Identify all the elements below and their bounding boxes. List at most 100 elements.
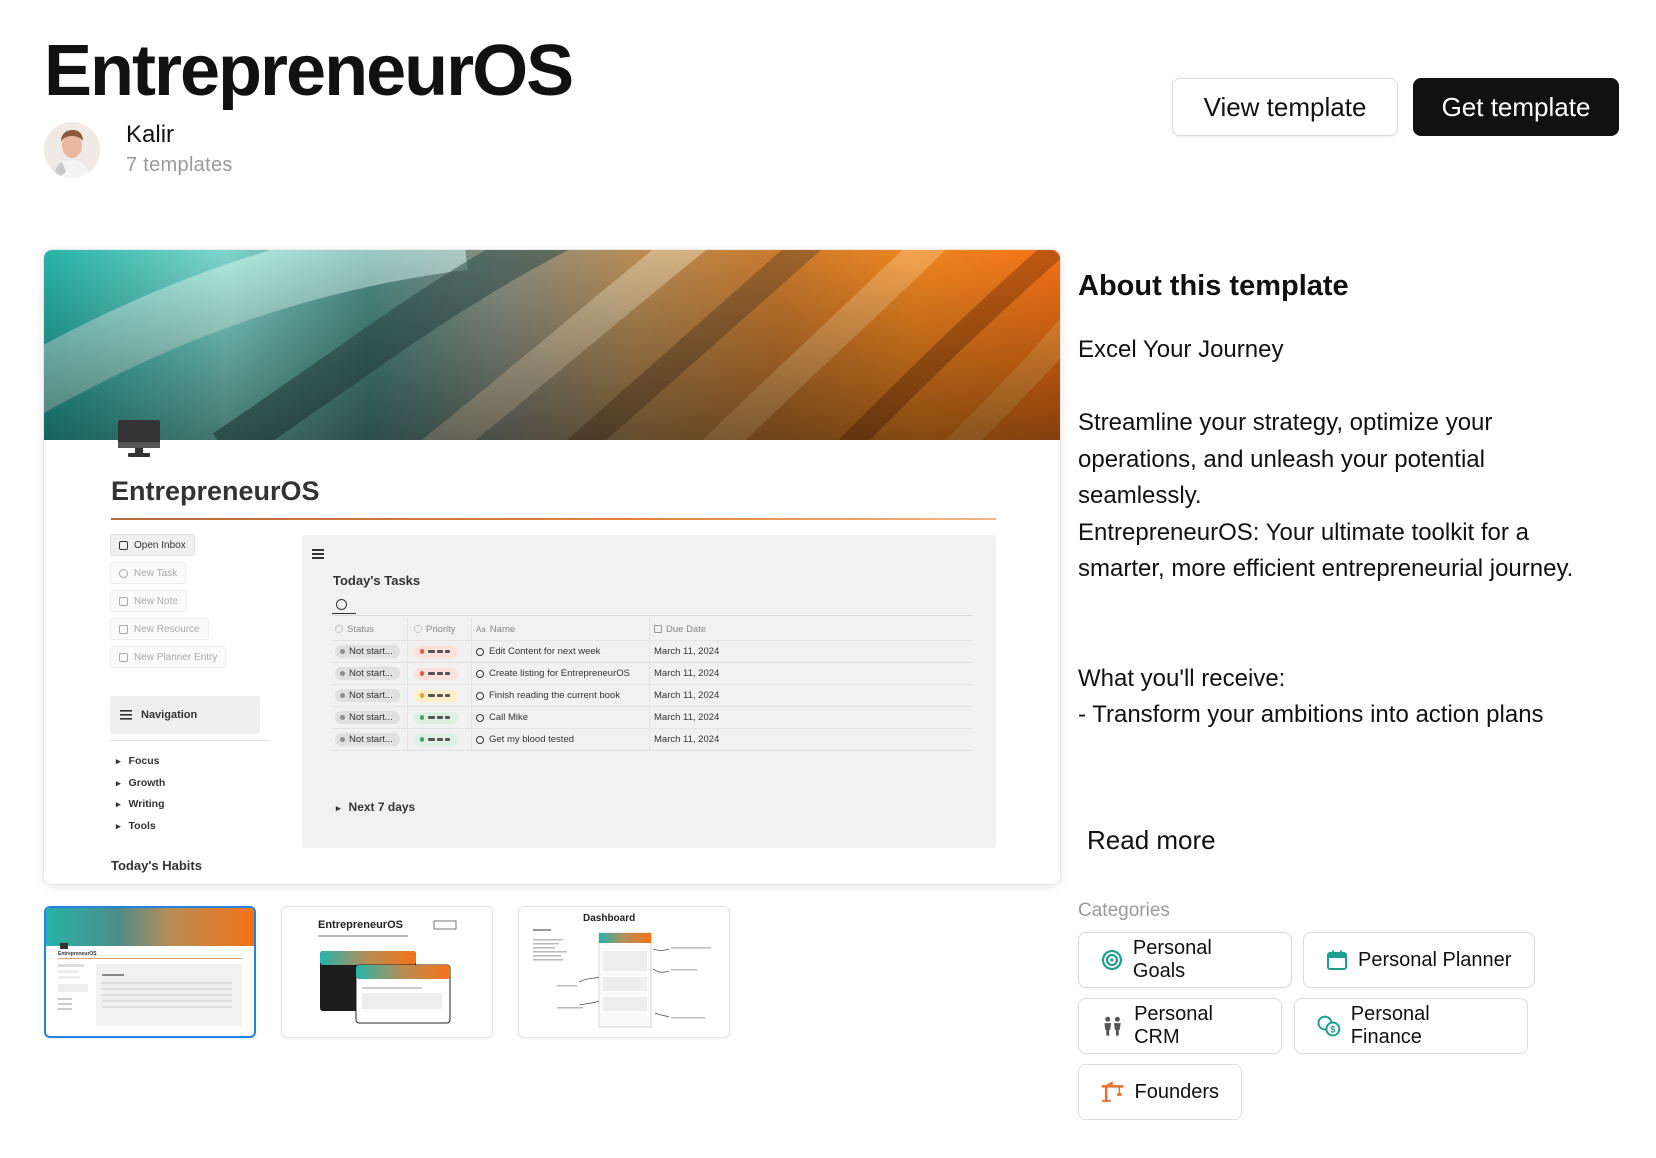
nav-item-writing[interactable]: Writing: [110, 794, 280, 816]
task-name[interactable]: Create listing for EntrepreneurOS: [489, 668, 630, 679]
table-row[interactable]: Not start... Create listing for Entrepren…: [332, 663, 972, 685]
thumbnail-title: EntrepreneurOS: [58, 951, 97, 957]
about-paragraph: EntrepreneurOS: Your ultimate toolkit fo…: [1078, 518, 1574, 583]
category-personal-crm[interactable]: Personal CRM: [1078, 998, 1282, 1054]
calendar-icon: [119, 652, 128, 662]
author-name[interactable]: Kalir: [126, 120, 233, 150]
people-icon: [1104, 1016, 1121, 1036]
task-name[interactable]: Finish reading the current book: [489, 690, 620, 701]
navigation-toggle[interactable]: Navigation: [110, 696, 260, 734]
status-badge[interactable]: Not start...: [335, 689, 400, 702]
task-check-icon[interactable]: [476, 713, 484, 722]
tasks-table: Status Priority Aa Name Due Date Not star…: [332, 618, 972, 751]
get-template-button[interactable]: Get template: [1413, 78, 1619, 136]
table-header: Status Priority Aa Name Due Date: [332, 618, 972, 641]
svg-text:$: $: [1330, 1024, 1335, 1034]
preview-sidebar: Open Inbox New Task New Note New Resourc…: [110, 534, 280, 837]
crane-icon: [1101, 1081, 1124, 1102]
task-check-icon[interactable]: [476, 669, 484, 678]
nav-item-focus[interactable]: Focus: [110, 751, 280, 773]
priority-badge[interactable]: [414, 711, 458, 724]
new-resource-button[interactable]: New Resource: [110, 618, 209, 640]
menu-icon[interactable]: [312, 547, 324, 561]
calendar-icon: [1327, 950, 1347, 970]
status-badge[interactable]: Not start...: [335, 667, 400, 680]
task-check-icon[interactable]: [476, 735, 484, 744]
thumbnail-1[interactable]: EntrepreneurOS: [44, 906, 256, 1038]
table-row[interactable]: Not start... Finish reading the current b…: [332, 685, 972, 707]
due-date: March 11, 2024: [654, 690, 720, 701]
habits-heading: Today's Habits: [111, 858, 202, 873]
divider: [111, 518, 996, 520]
column-header[interactable]: Priority: [426, 624, 456, 635]
status-badge[interactable]: Not start...: [335, 733, 400, 746]
new-note-button[interactable]: New Note: [110, 590, 187, 612]
task-check-icon[interactable]: [476, 647, 484, 656]
link-icon: [119, 624, 128, 634]
category-founders[interactable]: Founders: [1078, 1064, 1242, 1120]
due-date: March 11, 2024: [654, 668, 720, 679]
receive-heading: What you'll receive:: [1078, 664, 1286, 692]
column-header[interactable]: Due Date: [666, 624, 706, 635]
status-badge[interactable]: Not start...: [335, 645, 400, 658]
new-planner-entry-button[interactable]: New Planner Entry: [110, 646, 227, 668]
template-preview[interactable]: EntrepreneurOS Open Inbox New Task New N…: [44, 250, 1060, 884]
about-description: Excel Your Journey Streamline your strat…: [1078, 332, 1598, 802]
about-paragraph: Streamline your strategy, optimize your …: [1078, 409, 1493, 509]
thumbnail-image: [533, 929, 711, 1028]
due-date: March 11, 2024: [654, 734, 720, 745]
nav-item-tools[interactable]: Tools: [110, 816, 280, 838]
task-check-icon[interactable]: [476, 691, 484, 700]
category-personal-planner[interactable]: Personal Planner: [1303, 932, 1535, 988]
column-header[interactable]: Status: [347, 624, 374, 635]
next-7-days-toggle[interactable]: Next 7 days: [336, 800, 416, 814]
author[interactable]: Kalir 7 templates: [44, 120, 233, 180]
text-type-icon: Aa: [476, 624, 486, 634]
priority-icon: [414, 625, 422, 633]
table-row[interactable]: Not start... Get my blood tested March 11,…: [332, 729, 972, 751]
coins-icon: $: [1317, 1015, 1341, 1037]
thumbnail-title: EntrepreneurOS: [318, 919, 403, 931]
read-more-link[interactable]: Read more: [1087, 825, 1216, 856]
nav-item-growth[interactable]: Growth: [110, 773, 280, 795]
thumbnail-image: [46, 908, 254, 1026]
page-title: EntrepreneurOS: [44, 31, 574, 111]
thumbnail-2[interactable]: EntrepreneurOS: [281, 906, 493, 1038]
check-circle-icon: [119, 568, 128, 578]
due-date: March 11, 2024: [654, 712, 720, 723]
cover-image: [44, 250, 1060, 440]
table-row[interactable]: Not start... Edit Content for next week Ma…: [332, 641, 972, 663]
tasks-title: Today's Tasks: [333, 573, 421, 588]
view-template-button[interactable]: View template: [1172, 78, 1398, 136]
monitor-icon: [118, 420, 160, 457]
task-name[interactable]: Get my blood tested: [489, 734, 574, 745]
open-inbox-button[interactable]: Open Inbox: [110, 534, 195, 556]
priority-badge[interactable]: [414, 667, 458, 680]
calendar-icon: [654, 625, 662, 633]
column-header[interactable]: Name: [490, 624, 515, 635]
author-template-count: 7 templates: [126, 154, 233, 176]
new-task-button[interactable]: New Task: [110, 562, 187, 584]
priority-badge[interactable]: [414, 645, 458, 658]
due-date: March 11, 2024: [654, 646, 720, 657]
priority-badge[interactable]: [414, 733, 458, 746]
note-icon: [119, 596, 128, 606]
task-name[interactable]: Edit Content for next week: [489, 646, 600, 657]
receive-item: - Transform your ambitions into action p…: [1078, 701, 1544, 728]
category-personal-goals[interactable]: Personal Goals: [1078, 932, 1292, 988]
avatar[interactable]: [44, 122, 100, 178]
task-name[interactable]: Call Mike: [489, 712, 528, 723]
target-icon: [1101, 949, 1122, 971]
category-personal-finance[interactable]: $ Personal Finance: [1294, 998, 1528, 1054]
status-badge[interactable]: Not start...: [335, 711, 400, 724]
categories-label: Categories: [1078, 900, 1170, 921]
thumbnail-3[interactable]: Dashboard: [518, 906, 730, 1038]
menu-icon: [120, 710, 132, 720]
divider: [110, 740, 270, 741]
table-row[interactable]: Not start... Call Mike March 11, 2024: [332, 707, 972, 729]
thumbnail-title: Dashboard: [583, 913, 636, 924]
priority-badge[interactable]: [414, 689, 458, 702]
tagline: Excel Your Journey: [1078, 336, 1284, 363]
tasks-panel: Today's Tasks Status Priority Aa Name Due…: [302, 535, 996, 848]
view-tab-icon[interactable]: [336, 599, 347, 610]
